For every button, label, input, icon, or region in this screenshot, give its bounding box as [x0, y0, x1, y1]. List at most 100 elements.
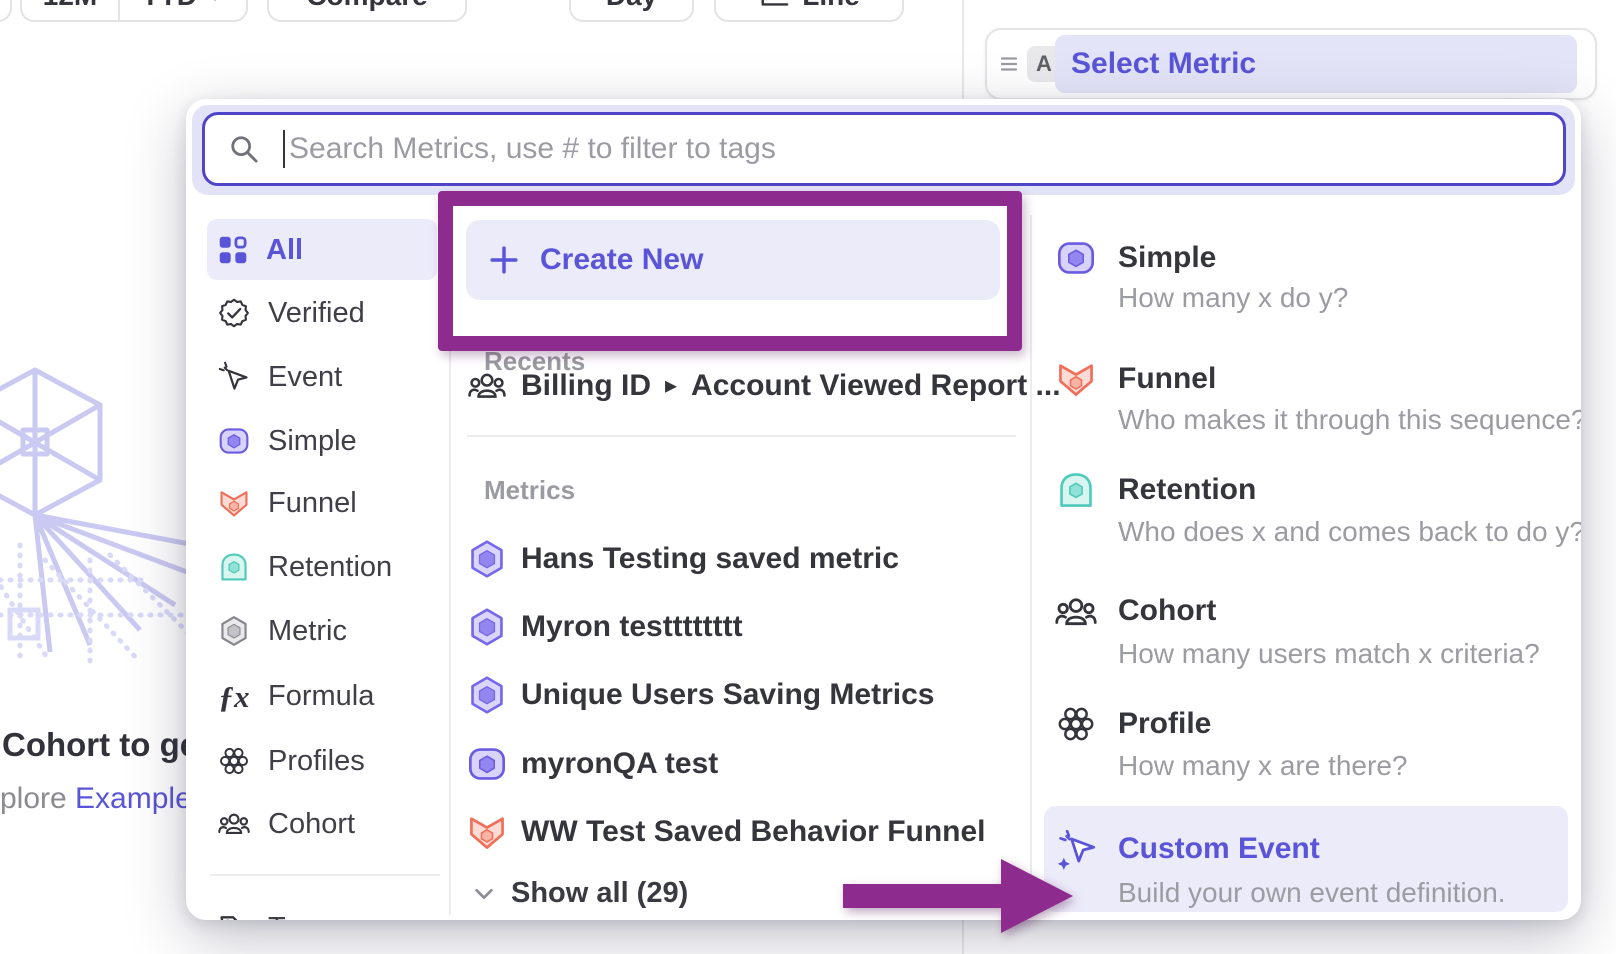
sidebar-item-label: Simple: [268, 425, 357, 458]
cohort-people-icon: [218, 808, 250, 840]
saved-metric-row[interactable]: Myron testttttttt: [467, 601, 1017, 653]
recents-metrics-divider: [467, 435, 1016, 437]
sidebar-item-cohort[interactable]: Cohort: [202, 795, 442, 853]
sidebar-item-formula[interactable]: ƒx Formula: [202, 667, 442, 725]
simple-metric-icon: [467, 743, 507, 785]
type-cohort[interactable]: Cohort: [1118, 592, 1216, 630]
type-retention[interactable]: Retention: [1118, 471, 1256, 509]
saved-metric-row[interactable]: myronQA test: [467, 738, 1017, 790]
type-profile-desc: How many x are there?: [1118, 749, 1407, 783]
profiles-cluster-icon: [218, 745, 250, 777]
retention-icon: [1054, 470, 1098, 510]
sidebar-item-profiles[interactable]: Profiles: [202, 732, 442, 790]
funnel-icon: [218, 487, 250, 519]
simple-metric-icon: [1054, 238, 1098, 278]
sidebar-item-tags-partial[interactable]: Tags: [202, 899, 442, 920]
compare-label: Compare: [306, 0, 427, 12]
chevron-down-icon: [473, 883, 495, 905]
saved-metric-row[interactable]: WW Test Saved Behavior Funnel: [467, 806, 1017, 858]
recent-item-suffix: Account Viewed Report ...: [691, 369, 1061, 403]
range-ytd-label: YTD: [141, 0, 197, 12]
sidebar-item-label: Formula: [268, 680, 374, 713]
type-custom-event[interactable]: Custom Event: [1118, 830, 1320, 868]
tag-icon: [218, 912, 250, 920]
sidebar-item-label: Event: [268, 361, 342, 394]
sidebar-item-event[interactable]: Event: [202, 348, 442, 406]
event-cursor-icon: [218, 361, 250, 393]
annotation-arrow-head: [1001, 859, 1073, 933]
simple-metric-icon: [218, 425, 250, 457]
search-icon: [229, 134, 259, 164]
range-12m-label: 12M: [43, 0, 97, 12]
sidebar-item-label: Metric: [268, 615, 347, 648]
background-subline-gray: plore: [0, 782, 75, 815]
annotation-rectangle: [438, 191, 1022, 351]
chart-type-label: Line: [802, 0, 860, 12]
saved-metric-name: WW Test Saved Behavior Funnel: [521, 815, 986, 849]
type-simple-desc: How many x do y?: [1118, 281, 1348, 315]
chart-type-button[interactable]: Line: [714, 0, 904, 22]
saved-metric-name: Myron testttttttt: [521, 610, 743, 644]
select-metric-field[interactable]: Select Metric: [1055, 35, 1577, 93]
empty-state-illustration: [0, 330, 202, 682]
sidebar-divider: [210, 874, 440, 876]
date-range-control: 12M YTD: [20, 0, 248, 22]
type-simple[interactable]: Simple: [1118, 239, 1216, 277]
recent-item-prefix: Billing ID: [521, 369, 651, 403]
sidebar-item-label: All: [266, 234, 303, 267]
breadcrumb-arrow-icon: ▸: [665, 374, 677, 398]
saved-metric-name: Hans Testing saved metric: [521, 542, 899, 576]
cohort-people-icon: [1054, 591, 1098, 633]
recent-item-row[interactable]: Billing ID ▸ Account Viewed Report ...: [467, 360, 1017, 412]
type-retention-desc: Who does x and comes back to do y?: [1118, 515, 1581, 549]
sidebar-item-label: Verified: [268, 297, 365, 330]
background-headline-fragment: Cohort to ge: [2, 726, 198, 764]
sidebar-item-label: Cohort: [268, 808, 355, 841]
sidebar-item-label: Tags: [268, 912, 329, 921]
metric-hexagon-icon: [467, 674, 507, 716]
saved-metric-name: Unique Users Saving Metrics: [521, 678, 934, 712]
compare-button[interactable]: Compare: [267, 0, 467, 22]
cohort-people-icon: [468, 367, 506, 405]
sidebar-item-label: Profiles: [268, 745, 365, 778]
range-12m-button[interactable]: 12M: [22, 0, 118, 20]
show-all-button[interactable]: Show all (29): [473, 877, 688, 910]
drag-handle-icon[interactable]: [999, 54, 1019, 74]
metric-query-row: A Select Metric: [985, 28, 1597, 100]
saved-metric-name: myronQA test: [521, 747, 718, 781]
sidebar-item-metric[interactable]: Metric: [202, 602, 442, 660]
range-ytd-button[interactable]: YTD: [120, 0, 246, 20]
saved-metric-row[interactable]: Unique Users Saving Metrics: [467, 669, 1017, 721]
sidebar-item-label: Retention: [268, 551, 392, 584]
app-screen: 12M YTD Compare Day Line Cohort to ge: [0, 0, 1616, 954]
type-funnel[interactable]: Funnel: [1118, 360, 1216, 398]
line-chart-icon: [758, 0, 790, 11]
profiles-cluster-icon: [1054, 704, 1098, 744]
granularity-button[interactable]: Day: [569, 0, 694, 22]
type-funnel-desc: Who makes it through this sequence?: [1118, 403, 1581, 437]
retention-icon: [218, 551, 250, 583]
formula-fx-icon: ƒx: [218, 681, 250, 712]
funnel-icon: [467, 811, 507, 853]
show-all-label: Show all (29): [511, 877, 688, 910]
grid-icon: [218, 235, 248, 265]
verified-seal-icon: [218, 297, 250, 329]
sidebar-item-label: Funnel: [268, 487, 357, 520]
type-cohort-desc: How many users match x criteria?: [1118, 637, 1540, 671]
type-profile[interactable]: Profile: [1118, 705, 1211, 743]
sidebar-item-funnel[interactable]: Funnel: [202, 474, 442, 532]
toolbar-fragment-button[interactable]: [0, 0, 12, 22]
type-custom-event-desc: Build your own event definition.: [1118, 876, 1506, 910]
saved-metric-row[interactable]: Hans Testing saved metric: [467, 533, 1017, 585]
granularity-label: Day: [606, 0, 657, 12]
sidebar-item-simple[interactable]: Simple: [202, 412, 442, 470]
sidebar-item-retention[interactable]: Retention: [202, 538, 442, 596]
annotation-arrow-shaft: [843, 884, 1003, 908]
sidebar-item-all[interactable]: All: [202, 221, 442, 279]
chevron-down-icon: [205, 0, 225, 6]
sidebar-item-verified[interactable]: Verified: [202, 284, 442, 342]
text-caret: [283, 130, 285, 168]
metrics-section-label: Metrics: [484, 475, 575, 506]
search-input[interactable]: [289, 132, 1563, 166]
metric-hexagon-icon: [467, 538, 507, 580]
